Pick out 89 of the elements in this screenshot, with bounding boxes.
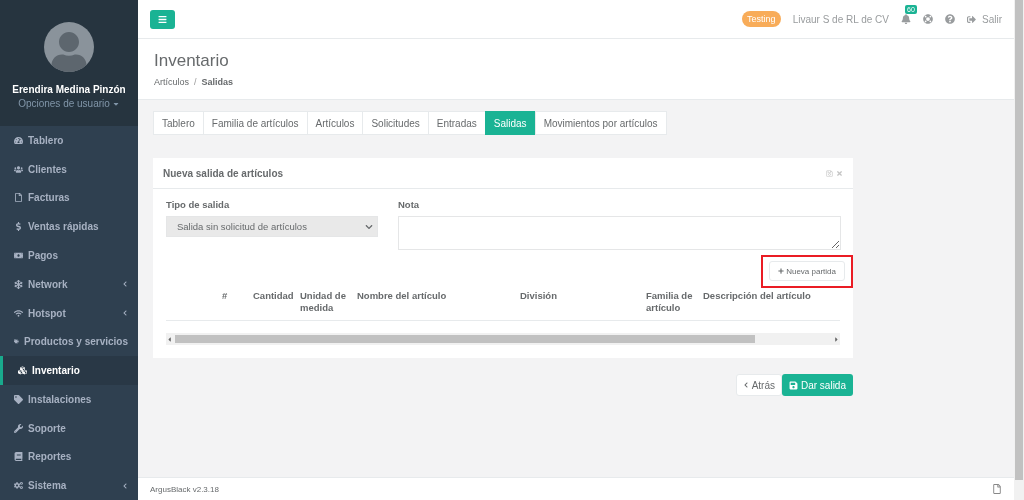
sidebar-item[interactable]: Instalaciones — [0, 384, 138, 414]
sidebar-label: Network — [28, 278, 69, 290]
submit-button[interactable]: Dar salida — [781, 374, 853, 396]
wifi-icon — [14, 308, 23, 318]
column-header: Familia de artículo — [646, 290, 694, 314]
menu-button[interactable] — [150, 9, 175, 29]
sidebar-label: Ventas rápidas — [28, 221, 100, 233]
help-icon[interactable] — [945, 14, 955, 24]
sidebar-item[interactable]: Pagos — [0, 241, 138, 270]
sidebar-item[interactable]: Hotspot — [0, 298, 138, 328]
version-text: ArgusBlack v2.3.18 — [150, 484, 219, 494]
bell-icon[interactable] — [901, 14, 911, 24]
chevron-icon — [742, 382, 749, 388]
select-value: Salida sin solicitud de artículos — [177, 221, 307, 232]
sidebar-label: Soporte — [28, 422, 67, 434]
column-header: Cantidad — [253, 290, 295, 303]
avatar — [44, 22, 94, 72]
tab[interactable]: Artículos — [306, 111, 364, 135]
column-header: # — [222, 290, 229, 303]
tab[interactable]: Salidas — [484, 111, 536, 135]
sidebar-item[interactable]: Soporte — [0, 413, 138, 443]
save-icon — [788, 380, 798, 390]
sidebar-label: Facturas — [28, 192, 71, 204]
environment-badge: Testing — [742, 11, 781, 27]
breadcrumb-link[interactable]: Artículos — [154, 77, 189, 87]
sidebar-item[interactable]: Ventas rápidas — [0, 212, 138, 242]
sidebar-label: Instalaciones — [28, 393, 93, 405]
book-icon — [14, 452, 23, 462]
add-item-button[interactable]: Nueva partida — [769, 261, 845, 281]
tab[interactable]: Entradas — [427, 111, 486, 135]
sidebar-item[interactable]: Productos y servicios — [0, 327, 138, 357]
logout-link[interactable]: Salir — [967, 13, 1002, 25]
save-icon[interactable] — [826, 169, 833, 177]
dollar-icon — [14, 222, 23, 232]
wrench-icon — [14, 423, 23, 433]
sign-out-icon — [967, 14, 976, 24]
column-header: Descripción del artículo — [703, 290, 812, 303]
gauge-icon — [14, 135, 23, 145]
column-header: Unidad de medida — [300, 290, 347, 314]
close-icon[interactable] — [836, 169, 843, 177]
sidebar-label: Reportes — [28, 451, 73, 463]
panel-title: Nueva salida de artículos — [163, 167, 285, 179]
gears-icon — [14, 481, 23, 491]
file-icon — [14, 193, 23, 203]
sidebar-item[interactable]: Sistema — [0, 471, 138, 500]
menu-icon — [158, 14, 167, 24]
note-field[interactable] — [398, 216, 841, 250]
users-icon — [14, 164, 23, 174]
tab[interactable]: Familia de artículos — [202, 111, 308, 135]
column-header: Nombre del artículo — [357, 290, 448, 303]
field-label: Nota — [398, 199, 421, 210]
vertical-scrollbar[interactable] — [1014, 0, 1024, 500]
type-select[interactable]: Salida sin solicitud de artículos — [166, 216, 378, 237]
sidebar-label: Hotspot — [28, 307, 67, 319]
sidebar-label: Inventario — [32, 365, 81, 377]
banknote-icon — [14, 251, 23, 260]
sidebar-label: Sistema — [28, 480, 68, 492]
breadcrumb-separator: / — [194, 77, 197, 87]
chevron-icon — [365, 222, 373, 231]
sidebar-item[interactable]: Tablero — [0, 126, 138, 155]
sidebar-label: Productos y servicios — [24, 336, 128, 348]
tab[interactable]: Tablero — [153, 111, 204, 135]
horizontal-scrollbar[interactable] — [166, 333, 840, 345]
user-name: Erendira Medina Pinzón — [12, 84, 126, 95]
tag-icon — [14, 394, 23, 404]
lifebuoy-icon[interactable] — [923, 14, 933, 24]
document-icon[interactable] — [992, 484, 1002, 494]
user-options-link[interactable]: Opciones de usuario — [18, 98, 120, 109]
cubes-icon — [18, 366, 27, 376]
page-title: Inventario — [154, 51, 230, 71]
sidebar-item[interactable]: Network — [0, 269, 138, 299]
company-name: Livaur S de RL de CV — [792, 13, 889, 25]
column-header: División — [520, 290, 558, 303]
tab[interactable]: Solicitudes — [362, 111, 429, 135]
sidebar-item[interactable]: Reportes — [0, 442, 138, 472]
plus-icon — [778, 268, 785, 274]
field-label: Tipo de salida — [166, 199, 231, 210]
sidebar-label: Tablero — [28, 134, 65, 146]
snowflake-icon — [14, 279, 23, 289]
back-button[interactable]: Atrás — [735, 374, 782, 396]
breadcrumb-link[interactable]: Salidas — [201, 77, 234, 87]
scroll-left-icon — [166, 335, 173, 343]
sidebar-label: Pagos — [28, 250, 59, 261]
scroll-right-icon — [833, 335, 840, 343]
tab[interactable]: Movimientos por artículos — [534, 111, 667, 135]
sidebar-item[interactable]: Clientes — [0, 154, 138, 184]
sidebar-label: Clientes — [28, 163, 68, 175]
sidebar-item[interactable]: Facturas — [0, 183, 138, 213]
sidebar-item[interactable]: Inventario — [0, 356, 138, 385]
